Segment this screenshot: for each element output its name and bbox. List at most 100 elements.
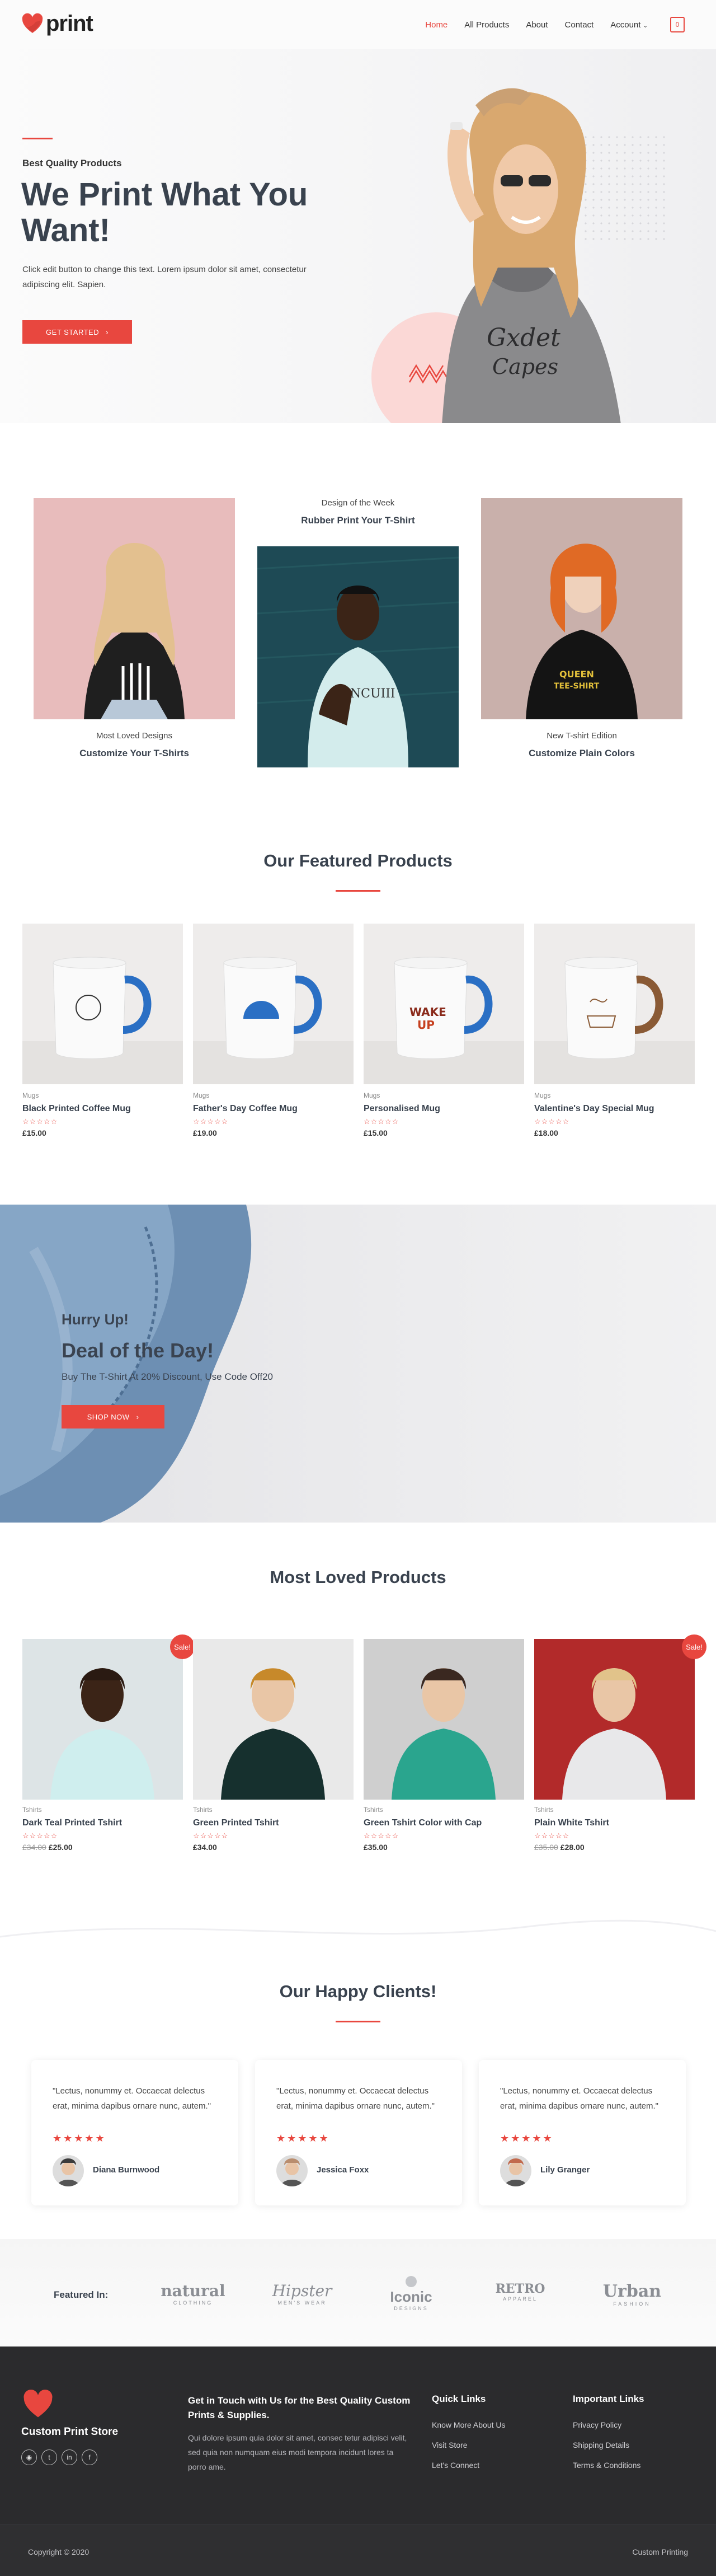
design-center-title[interactable]: Rubber Print Your T-Shirt [257, 515, 459, 526]
hero-section: Best Quality Products We Print What You … [0, 49, 716, 423]
copyright: Copyright © 2020 [28, 2547, 90, 2556]
product-image[interactable] [534, 1639, 695, 1800]
design-right-title[interactable]: Customize Plain Colors [481, 748, 682, 759]
deal-title: Deal of the Day! [62, 1339, 214, 1362]
testimonial-card: "Lectus, nonummy et. Occaecat delectus e… [479, 2060, 686, 2205]
deal-denim-image [0, 1205, 252, 1523]
product-name[interactable]: Personalised Mug [364, 1104, 440, 1114]
product-price: £35.00 [364, 1843, 388, 1852]
product-name[interactable]: Dark Teal Printed Tshirt [22, 1818, 122, 1828]
cart-count: 0 [675, 21, 680, 29]
product-category[interactable]: Mugs [364, 1092, 380, 1099]
nav-account[interactable]: Account ⌄ [610, 20, 648, 30]
testimonial-card: "Lectus, nonummy et. Occaecat delectus e… [255, 2060, 462, 2205]
product-category[interactable]: Tshirts [22, 1806, 42, 1814]
testimonial-card: "Lectus, nonummy et. Occaecat delectus e… [31, 2060, 238, 2205]
nav-contact[interactable]: Contact [565, 20, 594, 30]
product-image[interactable] [364, 1639, 524, 1800]
product-image[interactable]: WAKE UP [364, 924, 524, 1084]
twitter-icon[interactable]: t [41, 2449, 57, 2465]
heart-logo-icon [21, 13, 44, 35]
cart-button[interactable]: 0 [670, 17, 685, 32]
deal-hurry: Hurry Up! [62, 1311, 129, 1328]
testimonial-name: Lily Granger [540, 2165, 590, 2175]
product-name[interactable]: Valentine's Day Special Mug [534, 1104, 654, 1114]
product-name[interactable]: Green Printed Tshirt [193, 1818, 279, 1828]
hero-accent-line [22, 138, 53, 139]
svg-text:TEE-SHIRT: TEE-SHIRT [554, 682, 600, 691]
main-nav: Home All Products About Contact Account … [425, 17, 685, 32]
avatar [500, 2155, 531, 2186]
product-category[interactable]: Mugs [22, 1092, 39, 1099]
product-name[interactable]: Black Printed Coffee Mug [22, 1104, 131, 1114]
product-current-price: £25.00 [48, 1843, 73, 1852]
link-lets-connect[interactable]: Let's Connect [432, 2461, 479, 2470]
link-visit-store[interactable]: Visit Store [432, 2441, 468, 2449]
product-rating: ☆☆☆☆☆ [193, 1117, 229, 1126]
product-category[interactable]: Mugs [534, 1092, 550, 1099]
site-header: print Home All Products About Contact Ac… [0, 0, 716, 49]
hero-eyebrow: Best Quality Products [22, 158, 122, 168]
nav-home[interactable]: Home [425, 20, 447, 30]
design-left-image[interactable] [34, 498, 235, 719]
featured-in-section: Featured In: natural CLOTHING Hipster ME… [0, 2239, 716, 2346]
design-left-caption: Most Loved Designs [96, 731, 172, 741]
brand-hipster: Hipster MEN'S WEAR [263, 2282, 341, 2306]
quick-links-title: Quick Links [432, 2394, 486, 2404]
product-category[interactable]: Mugs [193, 1092, 209, 1099]
chevron-right-icon: › [106, 327, 109, 336]
link-privacy[interactable]: Privacy Policy [573, 2420, 621, 2429]
brand-urban-main: Urban [602, 2282, 662, 2301]
brand-iconic: Iconic DESIGNS [369, 2276, 453, 2311]
facebook-icon[interactable]: f [82, 2449, 97, 2465]
product-rating: ☆☆☆☆☆ [534, 1832, 570, 1840]
shop-now-button[interactable]: SHOP NOW › [62, 1405, 164, 1428]
product-image[interactable] [193, 1639, 354, 1800]
link-know-more[interactable]: Know More About Us [432, 2420, 506, 2429]
product-current-price: £28.00 [560, 1843, 585, 1852]
instagram-icon[interactable]: ◉ [21, 2449, 37, 2465]
shop-now-label: SHOP NOW [87, 1412, 130, 1421]
product-category[interactable]: Tshirts [364, 1806, 383, 1814]
product-category[interactable]: Tshirts [534, 1806, 554, 1814]
design-left-title[interactable]: Customize Your T-Shirts [34, 748, 235, 759]
product-price: £18.00 [534, 1128, 558, 1137]
product-price: £34.00 [193, 1843, 217, 1852]
brand-natural-main: natural [161, 2282, 225, 2300]
product-price: £15.00 [364, 1128, 388, 1137]
brand-urban-sub: FASHION [613, 2301, 651, 2307]
product-rating: ☆☆☆☆☆ [22, 1117, 58, 1126]
linkedin-icon[interactable]: in [62, 2449, 77, 2465]
product-name[interactable]: Father's Day Coffee Mug [193, 1104, 298, 1114]
nav-about[interactable]: About [526, 20, 548, 30]
logo[interactable]: print [21, 11, 93, 36]
product-old-price: £35.00 [534, 1843, 558, 1852]
product-name[interactable]: Green Tshirt Color with Cap [364, 1818, 482, 1828]
avatar [276, 2155, 308, 2186]
featured-title: Our Featured Products [263, 851, 453, 870]
brand-iconic-sub: DESIGNS [394, 2306, 428, 2311]
product-image[interactable] [22, 1639, 183, 1800]
link-terms[interactable]: Terms & Conditions [573, 2461, 640, 2470]
product-current-price: £35.00 [364, 1843, 388, 1852]
footer-contact-title: Get in Touch with Us for the Best Qualit… [188, 2395, 411, 2420]
brand-retro-main: RETRO [495, 2282, 545, 2296]
product-current-price: £34.00 [193, 1843, 217, 1852]
product-image[interactable] [534, 924, 695, 1084]
design-center-image[interactable]: ANCUIII [257, 546, 459, 767]
product-name[interactable]: Plain White Tshirt [534, 1818, 609, 1828]
product-image[interactable] [22, 924, 183, 1084]
get-started-button[interactable]: GET STARTED › [22, 320, 132, 344]
product-image[interactable] [193, 924, 354, 1084]
brand-natural: natural CLOTHING [151, 2282, 235, 2306]
svg-text:Gxdet: Gxdet [487, 324, 560, 352]
product-category[interactable]: Tshirts [193, 1806, 213, 1814]
testimonial-stars: ★★★★★ [276, 2133, 330, 2144]
footer-credit[interactable]: Custom Printing [632, 2547, 688, 2556]
link-shipping[interactable]: Shipping Details [573, 2441, 629, 2449]
design-right-image[interactable]: QUEEN TEE-SHIRT [481, 498, 682, 719]
nav-all-products[interactable]: All Products [464, 20, 509, 30]
nav-account-label: Account [610, 20, 641, 30]
product-old-price: £34.00 [22, 1843, 46, 1852]
brand-urban: Urban FASHION [593, 2282, 671, 2307]
